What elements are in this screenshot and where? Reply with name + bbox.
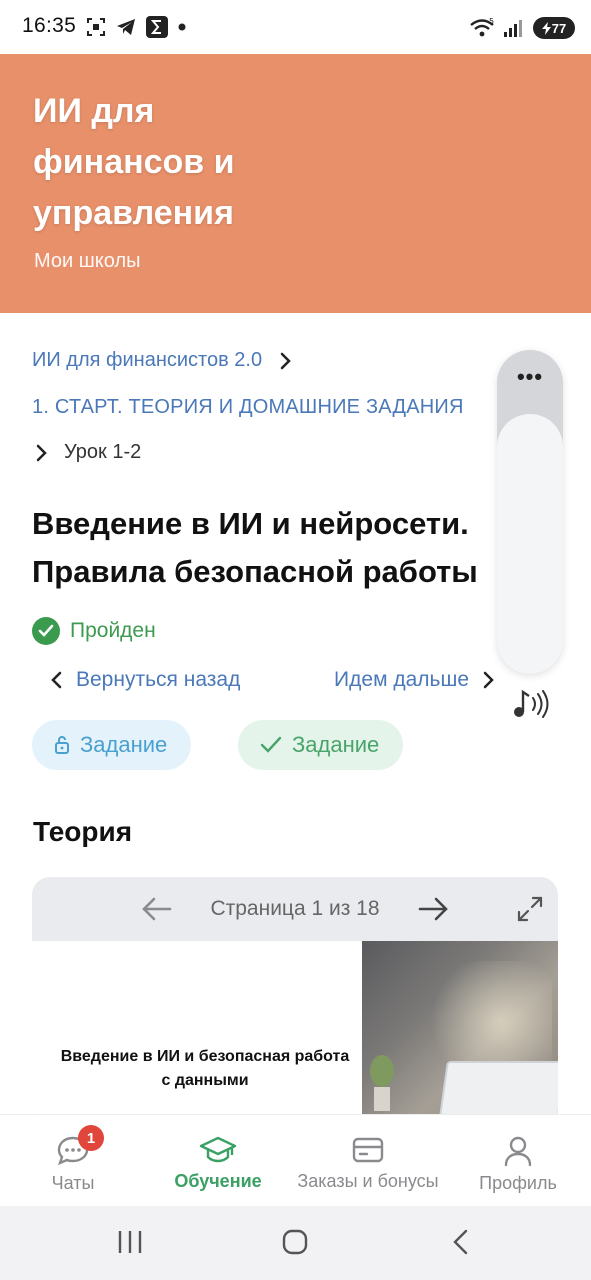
- nav-label: Обучение: [174, 1171, 262, 1191]
- lesson-status: Пройден: [32, 617, 156, 645]
- document-viewer: Страница 1 из 18 Введение в ИИ и безопас…: [32, 877, 558, 1127]
- screenshot-icon: [87, 18, 105, 36]
- nav-tab-orders[interactable]: Заказы и бонусы: [286, 1115, 450, 1207]
- lesson-title-line1: Введение в ИИ и нейросети.: [32, 506, 469, 541]
- expand-icon[interactable]: [516, 895, 544, 923]
- telegram-icon: [117, 19, 135, 35]
- viewer-toolbar: Страница 1 из 18: [32, 877, 558, 941]
- sigma-app-icon: [146, 16, 168, 38]
- chevron-left-icon: [51, 671, 62, 689]
- breadcrumb-course[interactable]: ИИ для финансистов 2.0: [32, 349, 292, 372]
- check-icon: [260, 736, 282, 753]
- page-indicator: Страница 1 из 18: [210, 897, 380, 920]
- chevron-right-icon: [36, 444, 47, 461]
- dot-icon: [178, 23, 186, 31]
- battery-level: 77: [551, 20, 567, 36]
- breadcrumb-lesson-label: Урок 1-2: [64, 441, 142, 463]
- task-chip-label: Задание: [292, 732, 380, 757]
- profile-icon: [504, 1136, 532, 1167]
- breadcrumb-lesson[interactable]: Урок 1-2: [36, 441, 141, 464]
- breadcrumb-course-link[interactable]: ИИ для финансистов 2.0: [32, 349, 262, 372]
- system-navigation-bar: [0, 1206, 591, 1280]
- nav-label: Чаты: [51, 1173, 95, 1193]
- lock-icon: [55, 736, 69, 754]
- back-nav-icon[interactable]: [450, 1228, 470, 1256]
- card-icon: [352, 1137, 384, 1163]
- plant-image: [370, 1055, 394, 1111]
- chevron-right-icon: [280, 352, 291, 369]
- recent-apps-icon[interactable]: [116, 1228, 144, 1256]
- status-system-icons: 5 77: [469, 14, 575, 42]
- task-chip-completed[interactable]: Задание: [238, 720, 404, 770]
- home-icon[interactable]: [281, 1228, 309, 1256]
- next-label: Идем дальше: [334, 668, 469, 691]
- svg-text:5: 5: [489, 18, 494, 26]
- lesson-navigation: Вернуться назад Идем дальше: [50, 668, 495, 692]
- task-chip-label: Задание: [80, 732, 168, 757]
- status-label: Пройден: [70, 619, 156, 642]
- status-notification-icons: [86, 14, 186, 40]
- audio-player-body[interactable]: [497, 414, 563, 718]
- arrow-right-icon[interactable]: [418, 895, 450, 923]
- header-title: ИИ для финансов и управления: [33, 92, 235, 232]
- header-subtitle[interactable]: Мои школы: [34, 250, 140, 273]
- check-circle-icon: [32, 617, 60, 645]
- theory-title: Теория: [33, 816, 133, 847]
- slide-photo: [362, 941, 558, 1127]
- graduation-cap-icon: [199, 1136, 237, 1163]
- unread-badge: 1: [78, 1125, 104, 1151]
- task-chip-locked[interactable]: Задание: [32, 720, 192, 770]
- next-button[interactable]: Идем дальше: [334, 668, 495, 692]
- status-time: 16:35: [22, 14, 77, 37]
- chevron-right-icon: [483, 671, 494, 689]
- sound-icon[interactable]: [511, 686, 549, 722]
- nav-tab-learning[interactable]: Обучение: [160, 1115, 276, 1207]
- status-bar: 16:35 5 77: [0, 0, 591, 54]
- slide-page[interactable]: Введение в ИИ и безопасная работа с данн…: [32, 941, 558, 1127]
- more-menu-icon[interactable]: •••: [497, 364, 563, 390]
- battery-icon: 77: [533, 17, 575, 39]
- slide-title: Введение в ИИ и безопасная работа с данн…: [60, 1048, 350, 1089]
- back-label: Вернуться назад: [76, 668, 241, 691]
- wifi-icon: 5: [470, 18, 494, 37]
- breadcrumb-module[interactable]: 1. СТАРТ. ТЕОРИЯ И ДОМАШНИЕ ЗАДАНИЯ: [32, 396, 502, 419]
- nav-tab-chats[interactable]: 1 Чаты: [26, 1115, 120, 1207]
- bottom-navigation: 1 Чаты Обучение Заказы и бонусы Профиль: [0, 1114, 591, 1206]
- signal-icon: [504, 20, 522, 37]
- back-button[interactable]: Вернуться назад: [50, 668, 240, 692]
- nav-label: Заказы и бонусы: [297, 1171, 439, 1191]
- lesson-title-line2: Правила безопасной работы: [32, 554, 478, 589]
- course-header: ИИ для финансов и управления Мои школы: [0, 54, 591, 313]
- floating-audio-player[interactable]: •••: [497, 350, 563, 718]
- lesson-title: Введение в ИИ и нейросети. Правила безоп…: [32, 500, 502, 596]
- nav-label: Профиль: [479, 1173, 557, 1193]
- nav-tab-profile[interactable]: Профиль: [470, 1115, 566, 1207]
